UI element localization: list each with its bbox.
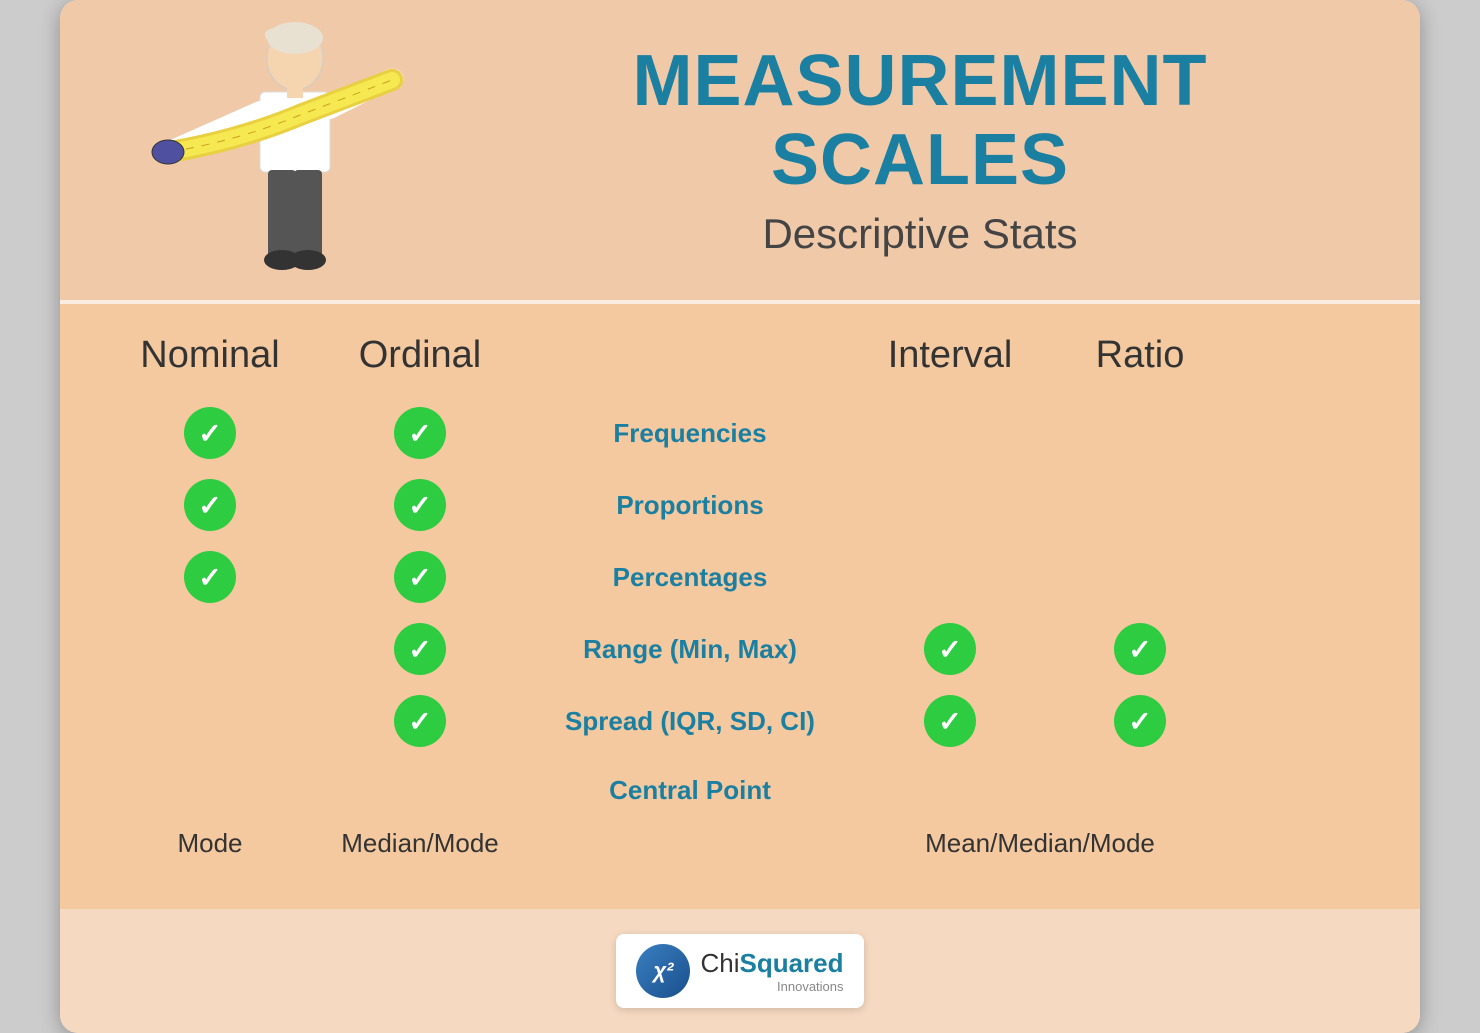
main-content: Nominal Ordinal Interval Ratio ✓ ✓ Frequ… [60, 304, 1420, 909]
ordinal-bottom-label: Median/Mode [310, 828, 530, 859]
check-spread-ratio: ✓ [1114, 695, 1166, 747]
cp-label-cell: Central Point [530, 765, 850, 816]
main-card: MEASUREMENT SCALES Descriptive Stats Nom… [60, 0, 1420, 1033]
logo-text-area: ChiSquared Innovations [700, 948, 843, 994]
row-prop-ordinal: ✓ [310, 469, 530, 541]
row-pct-label: Percentages [530, 541, 850, 613]
row-range-ratio: ✓ [1050, 613, 1230, 685]
logo-container: χ² ChiSquared Innovations [616, 934, 863, 1008]
central-point-row: Central Point [110, 765, 1370, 816]
logo-chi: Chi [700, 948, 739, 978]
interval-ratio-bottom-label: Mean/Median/Mode [850, 828, 1230, 859]
person-icon [140, 20, 420, 280]
row-spread-ratio: ✓ [1050, 685, 1230, 757]
nominal-header: Nominal [110, 334, 310, 377]
header-separator [60, 300, 1420, 304]
header-section: MEASUREMENT SCALES Descriptive Stats [60, 0, 1420, 300]
row-range-interval: ✓ [850, 613, 1050, 685]
row-prop-ratio-empty [1050, 469, 1230, 541]
subtitle: Descriptive Stats [480, 210, 1360, 258]
row-freq-nominal: ✓ [110, 397, 310, 469]
bottom-labels-row: Mode Median/Mode Mean/Median/Mode [110, 828, 1370, 859]
row-spread-ordinal: ✓ [310, 685, 530, 757]
row-freq-interval-empty [850, 397, 1050, 469]
row-range-nominal-empty [110, 613, 310, 685]
data-grid: ✓ ✓ Frequencies ✓ ✓ Proportions [110, 397, 1370, 757]
cp-ordinal-empty [310, 765, 530, 816]
range-label: Range (Min, Max) [583, 634, 797, 665]
logo-name: ChiSquared [700, 948, 843, 979]
row-spread-label: Spread (IQR, SD, CI) [530, 685, 850, 757]
row-pct-interval-empty [850, 541, 1050, 613]
row-pct-nominal: ✓ [110, 541, 310, 613]
ordinal-header: Ordinal [310, 334, 530, 377]
row-pct-ordinal: ✓ [310, 541, 530, 613]
ratio-header: Ratio [1050, 334, 1230, 377]
row-prop-label: Proportions [530, 469, 850, 541]
row-spread-interval: ✓ [850, 685, 1050, 757]
footer: χ² ChiSquared Innovations [60, 909, 1420, 1033]
check-spread-interval: ✓ [924, 695, 976, 747]
row-pct-ratio-empty [1050, 541, 1230, 613]
row-spread-nominal-empty [110, 685, 310, 757]
percentages-label: Percentages [613, 562, 768, 593]
frequencies-label: Frequencies [613, 418, 766, 449]
check-range-ordinal: ✓ [394, 623, 446, 675]
check-prop-ordinal: ✓ [394, 479, 446, 531]
row-freq-label: Frequencies [530, 397, 850, 469]
logo-icon: χ² [636, 944, 690, 998]
interval-header: Interval [850, 334, 1050, 377]
columns-header: Nominal Ordinal Interval Ratio [110, 334, 1370, 377]
row-range-label: Range (Min, Max) [530, 613, 850, 685]
main-title: MEASUREMENT SCALES [480, 42, 1360, 200]
cp-ratio-empty [1050, 765, 1230, 816]
check-spread-ordinal: ✓ [394, 695, 446, 747]
row-prop-nominal: ✓ [110, 469, 310, 541]
central-point-label: Central Point [609, 775, 771, 806]
logo-squared: Squared [739, 948, 843, 978]
check-range-interval: ✓ [924, 623, 976, 675]
check-range-ratio: ✓ [1114, 623, 1166, 675]
header-text-area: MEASUREMENT SCALES Descriptive Stats [440, 42, 1360, 258]
spread-label: Spread (IQR, SD, CI) [565, 706, 815, 737]
row-range-ordinal: ✓ [310, 613, 530, 685]
illustration-area [120, 20, 440, 280]
cp-nominal-empty [110, 765, 310, 816]
cp-interval-empty [850, 765, 1050, 816]
proportions-label: Proportions [616, 490, 763, 521]
check-freq-ordinal: ✓ [394, 407, 446, 459]
nominal-bottom-label: Mode [110, 828, 310, 859]
logo-innovations: Innovations [700, 979, 843, 994]
center-bottom-empty [530, 828, 850, 859]
check-freq-nominal: ✓ [184, 407, 236, 459]
row-prop-interval-empty [850, 469, 1050, 541]
row-freq-ratio-empty [1050, 397, 1230, 469]
check-prop-nominal: ✓ [184, 479, 236, 531]
check-pct-ordinal: ✓ [394, 551, 446, 603]
check-pct-nominal: ✓ [184, 551, 236, 603]
row-freq-ordinal: ✓ [310, 397, 530, 469]
